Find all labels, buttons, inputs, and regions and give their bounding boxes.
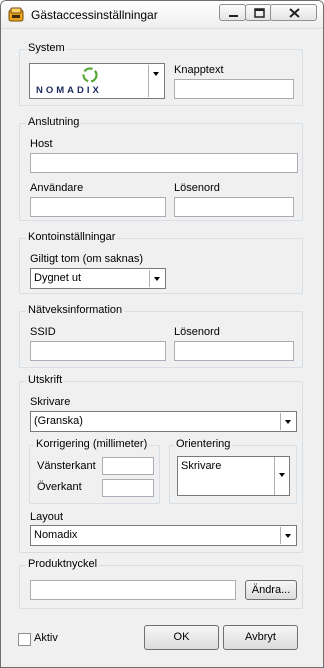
print-legend: Utskrift — [26, 374, 65, 386]
orientation-group: Orientering Skrivare — [169, 438, 297, 504]
close-icon — [289, 8, 300, 18]
network-password-label: Lösenord — [174, 326, 220, 338]
ok-button[interactable]: OK — [144, 625, 219, 650]
printer-label: Skrivare — [30, 396, 71, 408]
top-margin-input[interactable] — [102, 479, 154, 497]
window-title: Gästaccessinställningar — [31, 8, 158, 22]
printer-value: (Granska) — [34, 415, 83, 427]
app-icon — [8, 7, 24, 22]
maximize-icon — [254, 8, 265, 18]
ssid-label: SSID — [30, 326, 56, 338]
orientation-value[interactable]: Skrivare — [181, 460, 221, 472]
left-margin-label: Vänsterkant — [37, 460, 96, 472]
network-group: Nätveksinformation SSID Lösenord — [19, 304, 303, 368]
chevron-down-icon[interactable] — [148, 65, 163, 97]
orientation-legend: Orientering — [174, 438, 233, 450]
ssid-input[interactable] — [30, 341, 166, 361]
correction-legend: Korrigering (millimeter) — [34, 438, 150, 450]
product-key-legend: Produktnyckel — [26, 558, 100, 570]
change-key-label: Ändra... — [251, 584, 291, 596]
product-key-group: Produktnyckel Ändra... — [19, 558, 303, 609]
dialog-body: System NOMADIX Knapptext Anslutning Host… — [9, 31, 315, 661]
password-label: Lösenord — [174, 182, 220, 194]
nomadix-logo: NOMADIX — [36, 67, 102, 96]
correction-group: Korrigering (millimeter) Vänsterkant Öve… — [29, 438, 160, 504]
layout-select[interactable]: Nomadix — [30, 525, 297, 546]
valid-until-value: Dygnet ut — [34, 272, 82, 284]
orientation-scroll[interactable] — [274, 457, 289, 495]
title-bar: Gästaccessinställningar — [1, 1, 323, 29]
network-legend: Nätveksinformation — [26, 304, 125, 316]
layout-label: Layout — [30, 511, 64, 523]
minimize-button[interactable] — [219, 4, 246, 21]
network-password-input[interactable] — [174, 341, 294, 361]
top-margin-label: Överkant — [37, 481, 82, 493]
settings-window: Gästaccessinställningar System NOMADIX K… — [0, 0, 324, 668]
host-label: Host — [30, 138, 53, 150]
button-text-label: Knapptext — [174, 64, 224, 76]
logo-wordmark: NOMADIX — [36, 85, 102, 96]
chevron-down-icon[interactable] — [149, 270, 164, 287]
password-input[interactable] — [174, 197, 294, 217]
layout-value: Nomadix — [34, 529, 78, 541]
system-legend: System — [26, 42, 67, 54]
active-checkbox[interactable] — [18, 633, 31, 646]
orientation-list[interactable]: Skrivare — [177, 456, 290, 496]
chevron-down-icon[interactable] — [280, 527, 295, 544]
print-group: Utskrift Skrivare (Granska) Korrigering … — [19, 374, 303, 553]
valid-until-label: Giltigt tom (om saknas) — [30, 253, 144, 265]
maximize-button[interactable] — [245, 4, 272, 21]
system-select[interactable]: NOMADIX — [29, 63, 165, 99]
cancel-label: Avbryt — [245, 631, 276, 643]
ok-label: OK — [173, 631, 190, 643]
host-input[interactable] — [30, 153, 298, 173]
system-group: System NOMADIX Knapptext — [19, 42, 303, 106]
connection-group: Anslutning Host Användare Lösenord — [19, 116, 303, 221]
chevron-down-icon[interactable] — [280, 413, 295, 430]
account-group: Kontoinställningar Giltigt tom (om sakna… — [19, 231, 303, 294]
account-legend: Kontoinställningar — [26, 231, 118, 243]
connection-legend: Anslutning — [26, 116, 82, 128]
user-label: Användare — [30, 182, 84, 194]
user-input[interactable] — [30, 197, 166, 217]
valid-until-select[interactable]: Dygnet ut — [30, 268, 166, 289]
left-margin-input[interactable] — [102, 457, 154, 475]
cancel-button[interactable]: Avbryt — [223, 625, 298, 650]
change-key-button[interactable]: Ändra... — [245, 580, 297, 600]
button-text-input[interactable] — [174, 79, 294, 99]
active-label[interactable]: Aktiv — [34, 632, 58, 644]
printer-select[interactable]: (Granska) — [30, 411, 297, 432]
close-button[interactable] — [270, 4, 317, 21]
product-key-input[interactable] — [30, 580, 236, 600]
minimize-icon — [229, 15, 238, 17]
chevron-down-icon — [279, 473, 285, 477]
